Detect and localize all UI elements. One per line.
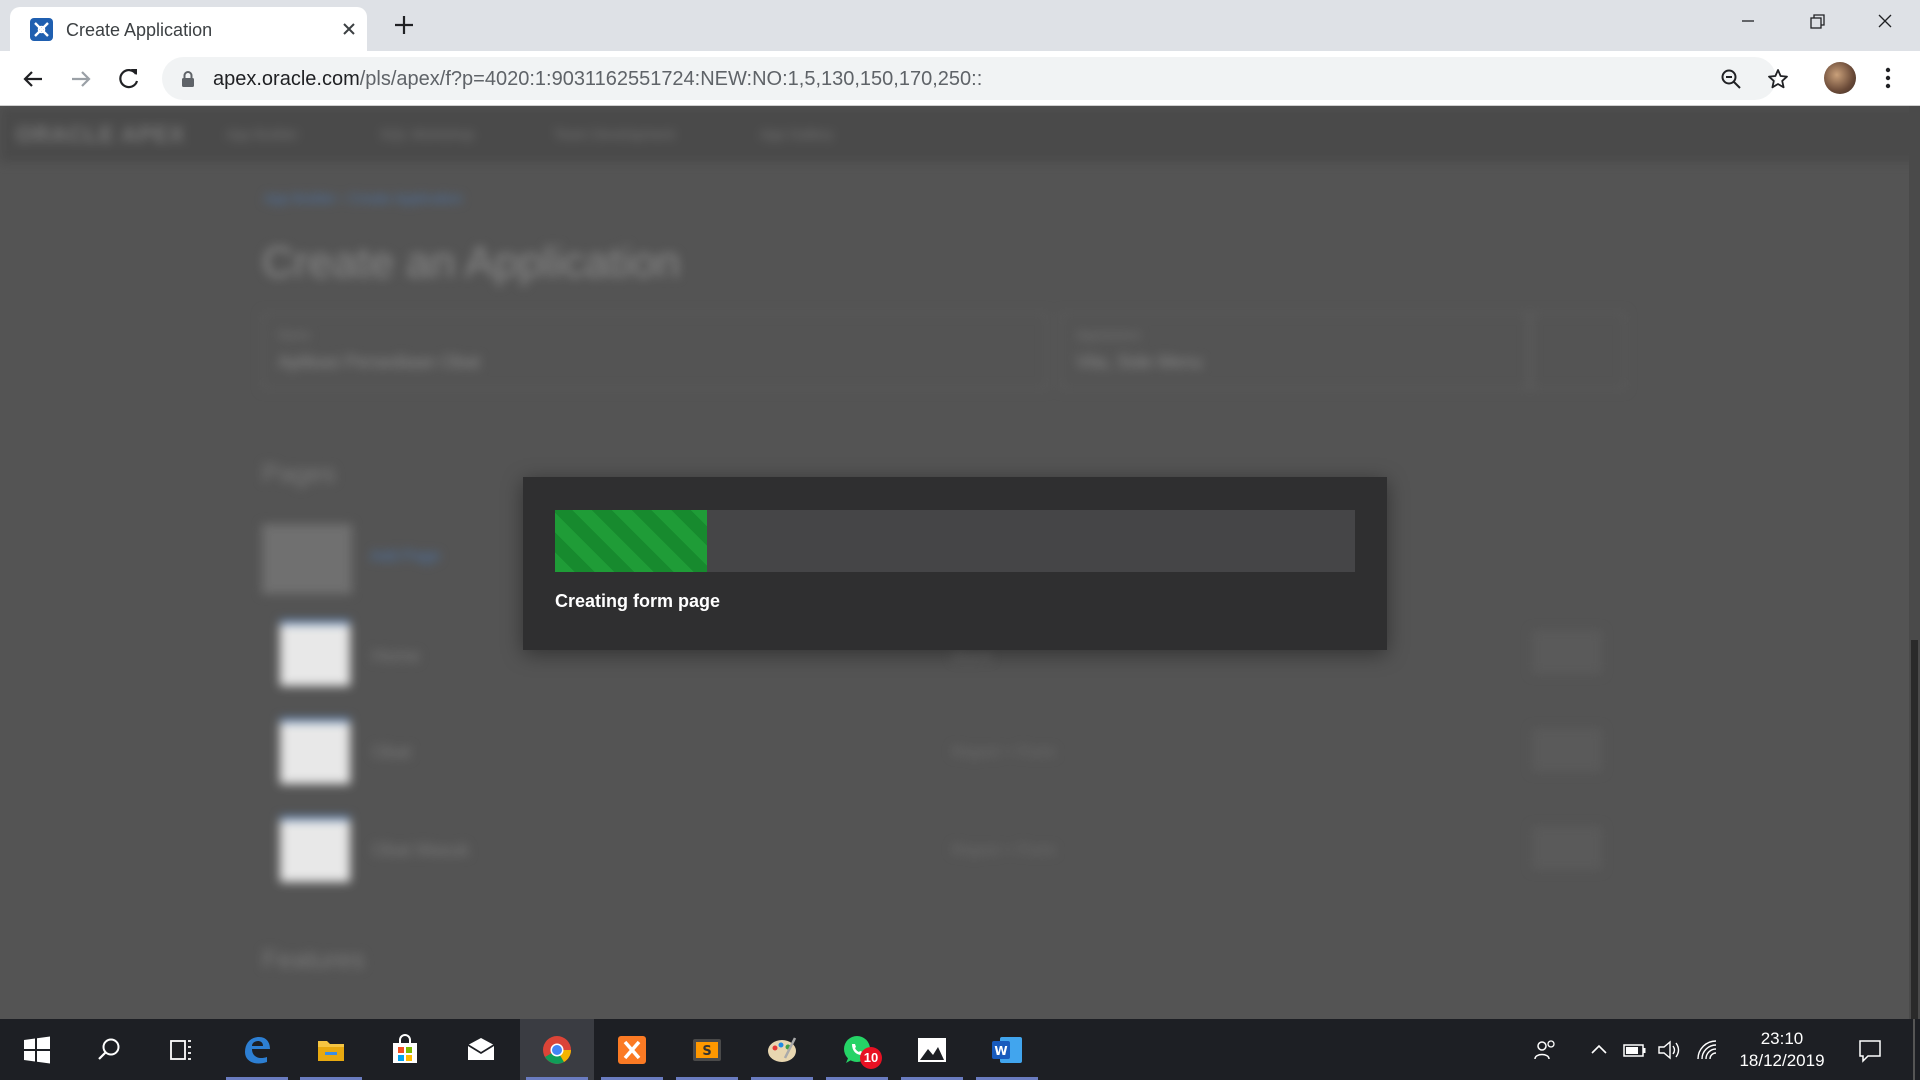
xampp-icon [618, 1036, 646, 1064]
taskbar-edge[interactable] [220, 1019, 294, 1080]
appearance-settings-button [1530, 312, 1626, 390]
clock-time: 23:10 [1760, 1029, 1804, 1048]
tab-close-icon[interactable] [338, 18, 360, 40]
breadcrumb: App Builder › Create Application [264, 190, 463, 206]
new-tab-icon[interactable] [392, 13, 416, 37]
page-row-desc: Report + Form [952, 744, 1056, 761]
page-row-name: Obat [372, 742, 412, 762]
name-field-label: Name [278, 328, 311, 342]
url-text[interactable]: apex.oracle.com/pls/apex/f?p=4020:1:9031… [213, 68, 982, 91]
apex-header: ORACLE APEX App Builder SQL Workshop Tea… [0, 106, 1920, 162]
page-row-edit-button [1532, 630, 1602, 674]
appearance-field-label: Appearance [1076, 328, 1141, 342]
sublime-text-icon: S [693, 1039, 721, 1061]
battery-icon[interactable] [1622, 1037, 1648, 1063]
page-row-name: Obat Masuk [372, 840, 470, 860]
start-button[interactable] [0, 1019, 74, 1080]
svg-text:W: W [994, 1044, 1007, 1058]
taskbar-photos[interactable] [895, 1019, 969, 1080]
edge-icon [245, 1037, 270, 1064]
page-scrollbar-thumb[interactable] [1911, 640, 1918, 1019]
taskbar-store[interactable] [368, 1019, 442, 1080]
bookmark-star-icon[interactable] [1766, 67, 1790, 91]
lock-icon [180, 70, 196, 88]
tab-create-application[interactable]: Create Application [10, 7, 367, 51]
page-thumbnail [280, 620, 350, 686]
taskbar-xampp[interactable] [595, 1019, 669, 1080]
task-view[interactable] [144, 1019, 218, 1080]
taskbar-word[interactable]: W [970, 1019, 1044, 1080]
chevron-up-icon[interactable] [1586, 1037, 1612, 1063]
folder-icon [318, 1041, 344, 1061]
name-field: Name Aplikasi Persediaan Obat [262, 312, 1048, 390]
taskbar-whatsapp[interactable]: 10 [820, 1019, 894, 1080]
tab-title: Create Application [66, 20, 213, 40]
pages-heading: Pages [262, 458, 336, 488]
search-icon [98, 1038, 120, 1060]
back-arrow-icon[interactable] [18, 64, 48, 94]
page-row-edit-button [1532, 728, 1602, 772]
page-title: Create an Application [262, 238, 681, 287]
paint-palette-icon [768, 1037, 797, 1062]
window-minimize-icon[interactable] [1728, 8, 1768, 38]
system-clock[interactable]: 23:10 18/12/2019 [1732, 1028, 1832, 1072]
browser-tabstrip: Create Application [0, 0, 1920, 51]
whatsapp-unread-badge: 10 [860, 1047, 882, 1069]
taskbar-search[interactable] [72, 1019, 146, 1080]
add-page-tile [262, 524, 352, 594]
features-heading: Features [262, 944, 365, 974]
window-restore-icon[interactable] [1797, 8, 1837, 38]
browser-toolbar: apex.oracle.com/pls/apex/f?p=4020:1:9031… [0, 51, 1920, 106]
reload-icon[interactable] [114, 64, 144, 94]
page-row-desc: Blank [952, 648, 993, 665]
page-row-desc: Report + Form [952, 842, 1056, 859]
nav-app-gallery: App Gallery [760, 126, 834, 142]
taskbar-file-explorer[interactable] [294, 1019, 368, 1080]
chrome-icon [543, 1036, 571, 1064]
forward-arrow-icon[interactable] [66, 64, 96, 94]
name-field-value: Aplikasi Persediaan Obat [278, 352, 481, 372]
apex-favicon-icon [30, 18, 53, 41]
progress-bar [555, 510, 1355, 572]
appearance-field-value: Vita, Side Menu [1076, 352, 1203, 372]
word-icon: W [992, 1037, 1022, 1063]
progress-dialog: Creating form page [523, 477, 1387, 650]
store-bag-icon [393, 1034, 417, 1063]
address-bar[interactable]: apex.oracle.com/pls/apex/f?p=4020:1:9031… [162, 57, 1788, 100]
action-center-icon[interactable] [1856, 1036, 1884, 1064]
people-icon[interactable] [1532, 1037, 1558, 1063]
taskbar-chrome[interactable] [520, 1019, 594, 1080]
page-thumbnail [280, 816, 350, 882]
appearance-field: Appearance Vita, Side Menu [1060, 312, 1530, 390]
profile-avatar[interactable] [1824, 62, 1856, 94]
url-path: /pls/apex/f?p=4020:1:9031162551724:NEW:N… [359, 68, 983, 90]
page-row-edit-button [1532, 826, 1602, 870]
apex-logo: ORACLE APEX [16, 122, 186, 147]
page-row-name: Home [372, 646, 421, 666]
progress-label: Creating form page [555, 591, 721, 611]
volume-icon[interactable] [1656, 1037, 1682, 1063]
zoom-icon[interactable] [1720, 68, 1742, 90]
svg-text:S: S [702, 1044, 711, 1059]
page-thumbnail [280, 718, 350, 784]
wifi-icon[interactable] [1694, 1037, 1720, 1063]
nav-app-builder: App Builder [226, 126, 299, 142]
windows-taskbar: S 10 W 23:10 18/12/2019 [0, 1019, 1920, 1080]
browser-menu-icon[interactable] [1876, 65, 1900, 91]
taskbar-paint[interactable] [745, 1019, 819, 1080]
nav-sql-workshop: SQL Workshop [380, 126, 475, 142]
progress-bar-fill [555, 510, 707, 572]
clock-date: 18/12/2019 [1739, 1051, 1825, 1070]
window-close-icon[interactable] [1865, 8, 1905, 38]
mail-icon [467, 1038, 495, 1060]
taskbar-mail[interactable] [444, 1019, 518, 1080]
nav-team-development: Team Development [554, 126, 675, 142]
add-page-link: Add Page [370, 548, 441, 565]
taskbar-sublime-text[interactable]: S [670, 1019, 744, 1080]
show-desktop-button[interactable] [1913, 1019, 1915, 1080]
photos-icon [918, 1038, 946, 1062]
task-view-icon [170, 1040, 191, 1060]
windows-logo-icon [24, 1036, 50, 1064]
url-host: apex.oracle.com [213, 68, 360, 90]
